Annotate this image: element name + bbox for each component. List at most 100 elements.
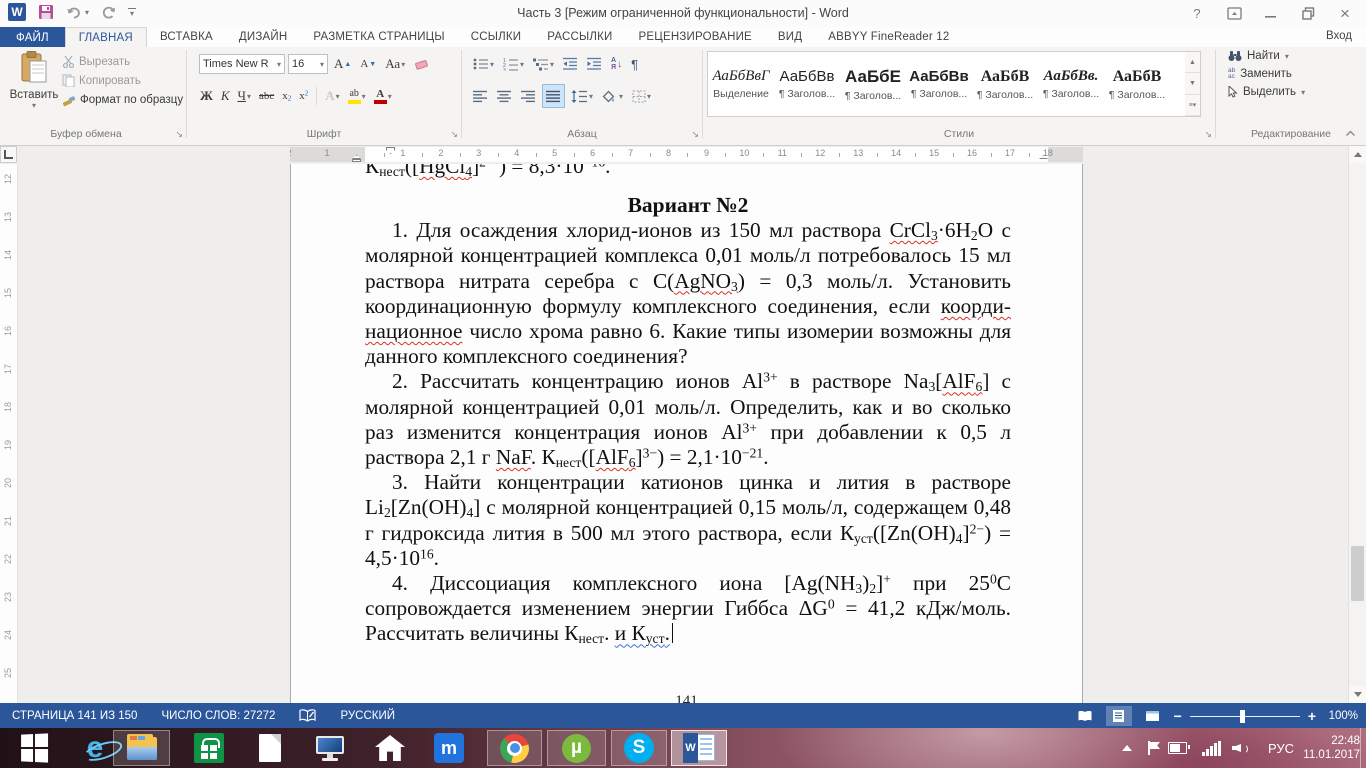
text-effects-button[interactable]: А▾ bbox=[322, 85, 342, 107]
copy-button[interactable]: Копировать bbox=[62, 74, 141, 87]
line-spacing-button[interactable]: ▾ bbox=[568, 85, 596, 107]
paragraph-dialog-launcher[interactable]: ↘ bbox=[691, 129, 699, 140]
show-hide-marks-button[interactable]: ¶ bbox=[628, 53, 641, 75]
style-card-heading[interactable]: АаБбВв¶ Заголов... bbox=[906, 52, 972, 116]
borders-button[interactable]: ▾ bbox=[629, 85, 654, 107]
show-desktop-button[interactable] bbox=[1360, 728, 1366, 768]
zoom-in-button[interactable]: + bbox=[1308, 708, 1316, 724]
tab-stop-selector[interactable] bbox=[0, 146, 17, 163]
proofing-status-icon[interactable] bbox=[299, 709, 316, 723]
paste-button[interactable]: Вставить ▾ bbox=[8, 51, 60, 110]
style-card-vydelenie[interactable]: АаБбВвГВыделение bbox=[708, 52, 774, 116]
align-left-button[interactable] bbox=[470, 85, 491, 107]
highlight-color-button[interactable]: ab▾ bbox=[345, 85, 369, 107]
ribbon-display-options-button[interactable] bbox=[1219, 3, 1249, 25]
language-indicator[interactable]: РУССКИЙ bbox=[340, 710, 395, 722]
collapse-ribbon-button[interactable] bbox=[1345, 130, 1356, 137]
clear-formatting-button[interactable] bbox=[411, 53, 432, 75]
paste-dropdown-arrow[interactable]: ▾ bbox=[8, 101, 60, 110]
font-name-combobox[interactable]: Times New R▾ bbox=[199, 54, 285, 74]
read-mode-button[interactable] bbox=[1072, 706, 1098, 726]
network-signal-icon[interactable] bbox=[1202, 728, 1221, 768]
shading-button[interactable]: ▾ bbox=[599, 85, 626, 107]
tab-page-layout[interactable]: РАЗМЕТКА СТРАНИЦЫ bbox=[300, 27, 457, 47]
problem-2[interactable]: 2. Рассчитать концентрацию ионов Al3+ в … bbox=[365, 369, 1011, 470]
select-button[interactable]: Выделить▾ bbox=[1228, 86, 1366, 98]
align-center-button[interactable] bbox=[494, 85, 515, 107]
decrease-indent-button[interactable] bbox=[560, 53, 581, 75]
font-size-combobox[interactable]: 16▾ bbox=[288, 54, 328, 74]
increase-indent-button[interactable] bbox=[584, 53, 605, 75]
tab-review[interactable]: РЕЦЕНЗИРОВАНИЕ bbox=[626, 27, 765, 47]
tab-file[interactable]: ФАЙЛ bbox=[0, 27, 65, 48]
bold-button[interactable]: Ж bbox=[197, 85, 216, 107]
taskbar-file-explorer[interactable] bbox=[113, 730, 170, 766]
clipped-formula-line[interactable]: Кнест([HgCl4]2− ) = 8,3·10−16. bbox=[365, 164, 1011, 180]
justify-button[interactable] bbox=[542, 84, 565, 108]
style-card-heading[interactable]: АаБбВ¶ Заголов... bbox=[1104, 52, 1170, 116]
zoom-level-indicator[interactable]: 100% bbox=[1324, 710, 1358, 722]
horizontal-ruler[interactable]: 12345678910111213141516171821 bbox=[290, 147, 1083, 162]
sign-in-link[interactable]: Вход bbox=[1326, 30, 1352, 42]
style-card-heading[interactable]: АаБбВ¶ Заголов... bbox=[972, 52, 1038, 116]
scrollbar-thumb[interactable] bbox=[1351, 546, 1364, 601]
grow-font-button[interactable]: А▲ bbox=[331, 53, 354, 75]
taskbar-utorrent[interactable]: µ bbox=[547, 730, 606, 766]
zoom-slider-thumb[interactable] bbox=[1240, 710, 1245, 723]
scroll-up-button[interactable] bbox=[1349, 146, 1366, 163]
vertical-scrollbar[interactable] bbox=[1348, 146, 1366, 703]
start-button[interactable] bbox=[12, 730, 56, 766]
sort-button[interactable]: АЯ↓ bbox=[608, 53, 625, 75]
tab-design[interactable]: ДИЗАЙН bbox=[226, 27, 300, 47]
document-text[interactable]: Кнест([HgCl4]2− ) = 8,3·10−16. Вариант №… bbox=[365, 164, 1011, 647]
tab-view[interactable]: ВИД bbox=[765, 27, 815, 47]
taskbar-maxthon[interactable]: m bbox=[430, 730, 468, 766]
page-count-indicator[interactable]: СТРАНИЦА 141 ИЗ 150 bbox=[12, 710, 137, 722]
shrink-font-button[interactable]: А▼ bbox=[357, 53, 379, 75]
close-button[interactable]: × bbox=[1330, 3, 1360, 25]
styles-scroll-up[interactable]: ▲ bbox=[1185, 52, 1200, 73]
taskbar-chrome[interactable] bbox=[487, 730, 542, 766]
restore-button[interactable] bbox=[1293, 3, 1323, 25]
battery-icon[interactable] bbox=[1168, 728, 1187, 768]
strikethrough-button[interactable]: abc bbox=[256, 85, 277, 107]
font-color-button[interactable]: А▾ bbox=[371, 85, 395, 107]
scroll-down-button[interactable] bbox=[1349, 686, 1366, 703]
word-count-indicator[interactable]: ЧИСЛО СЛОВ: 27272 bbox=[161, 710, 275, 722]
multilevel-list-button[interactable]: ▾ bbox=[530, 53, 557, 75]
tab-home[interactable]: ГЛАВНАЯ bbox=[65, 27, 147, 48]
styles-scroll-down[interactable]: ▼ bbox=[1185, 73, 1200, 94]
styles-gallery-expand[interactable]: ≡▾ bbox=[1185, 95, 1200, 116]
taskbar-lenovo[interactable] bbox=[312, 730, 348, 766]
superscript-button[interactable]: х2 bbox=[296, 85, 311, 107]
style-card-heading[interactable]: АаБбЕ¶ Заголов... bbox=[840, 52, 906, 116]
problem-3[interactable]: 3. Найти концентрации катионов цинка и л… bbox=[365, 470, 1011, 571]
volume-icon[interactable] bbox=[1232, 728, 1248, 768]
numbering-button[interactable]: 123▾ bbox=[500, 53, 527, 75]
tab-mailings[interactable]: РАССЫЛКИ bbox=[534, 27, 625, 47]
change-case-button[interactable]: Аа▾ bbox=[382, 53, 408, 75]
variant-heading[interactable]: Вариант №2 bbox=[365, 193, 1011, 218]
action-center-flag-icon[interactable] bbox=[1148, 728, 1161, 768]
tab-references[interactable]: ССЫЛКИ bbox=[458, 27, 535, 47]
tab-insert[interactable]: ВСТАВКА bbox=[147, 27, 226, 47]
taskbar-home-app[interactable] bbox=[372, 730, 408, 766]
style-card-heading[interactable]: АаБбВв.¶ Заголов... bbox=[1038, 52, 1104, 116]
replace-button[interactable]: abac Заменить bbox=[1228, 68, 1366, 80]
underline-button[interactable]: Ч▾ bbox=[235, 85, 254, 107]
zoom-slider[interactable] bbox=[1190, 706, 1300, 726]
zoom-out-button[interactable]: − bbox=[1174, 708, 1182, 724]
styles-dialog-launcher[interactable]: ↘ bbox=[1204, 129, 1212, 140]
style-card-heading[interactable]: АаБбВв¶ Заголов... bbox=[774, 52, 840, 116]
print-layout-button[interactable] bbox=[1106, 706, 1132, 726]
help-button[interactable]: ? bbox=[1182, 3, 1212, 25]
vertical-ruler[interactable]: 1213141516171819202122232425 bbox=[0, 164, 18, 703]
cut-button[interactable]: Вырезать bbox=[62, 55, 130, 68]
taskbar-windows-store[interactable] bbox=[190, 730, 228, 766]
tray-clock[interactable]: 22:48 11.01.2017 bbox=[1302, 728, 1360, 768]
problem-4[interactable]: 4. Диссоциация комплексного иона [Ag(NH3… bbox=[365, 571, 1011, 647]
tray-language-indicator[interactable]: РУС bbox=[1268, 728, 1294, 768]
italic-button[interactable]: К bbox=[218, 85, 233, 107]
find-button[interactable]: Найти▾ bbox=[1228, 50, 1366, 62]
format-painter-button[interactable]: Формат по образцу bbox=[62, 93, 183, 107]
